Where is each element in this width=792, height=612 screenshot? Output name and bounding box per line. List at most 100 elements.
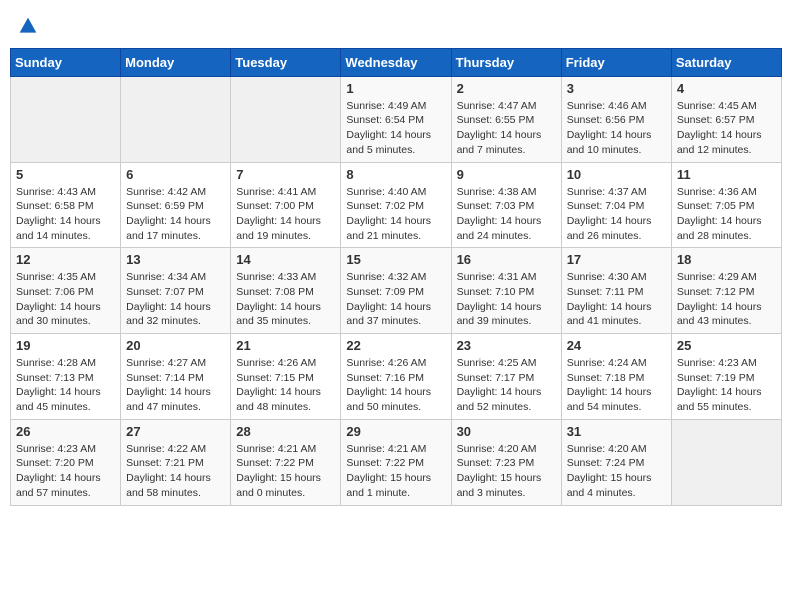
day-number: 15 [346, 252, 445, 267]
logo-text [18, 14, 38, 36]
day-number: 17 [567, 252, 666, 267]
day-number: 31 [567, 424, 666, 439]
cell-info: Sunrise: 4:40 AM Sunset: 7:02 PM Dayligh… [346, 185, 445, 244]
calendar-cell: 3 Sunrise: 4:46 AM Sunset: 6:56 PM Daylig… [561, 76, 671, 162]
cell-info: Sunrise: 4:42 AM Sunset: 6:59 PM Dayligh… [126, 185, 225, 244]
cell-info: Sunrise: 4:20 AM Sunset: 7:24 PM Dayligh… [567, 442, 666, 501]
week-row-2: 5 Sunrise: 4:43 AM Sunset: 6:58 PM Daylig… [11, 162, 782, 248]
week-row-1: 1 Sunrise: 4:49 AM Sunset: 6:54 PM Daylig… [11, 76, 782, 162]
day-number: 11 [677, 167, 776, 182]
cell-info: Sunrise: 4:46 AM Sunset: 6:56 PM Dayligh… [567, 99, 666, 158]
cell-info: Sunrise: 4:25 AM Sunset: 7:17 PM Dayligh… [457, 356, 556, 415]
calendar-cell [231, 76, 341, 162]
day-number: 5 [16, 167, 115, 182]
cell-info: Sunrise: 4:21 AM Sunset: 7:22 PM Dayligh… [346, 442, 445, 501]
calendar-cell: 28 Sunrise: 4:21 AM Sunset: 7:22 PM Dayli… [231, 419, 341, 505]
cell-info: Sunrise: 4:23 AM Sunset: 7:20 PM Dayligh… [16, 442, 115, 501]
calendar-cell: 8 Sunrise: 4:40 AM Sunset: 7:02 PM Daylig… [341, 162, 451, 248]
cell-info: Sunrise: 4:31 AM Sunset: 7:10 PM Dayligh… [457, 270, 556, 329]
day-number: 6 [126, 167, 225, 182]
day-number: 4 [677, 81, 776, 96]
day-header-tuesday: Tuesday [231, 48, 341, 76]
calendar-cell [121, 76, 231, 162]
day-number: 10 [567, 167, 666, 182]
cell-info: Sunrise: 4:21 AM Sunset: 7:22 PM Dayligh… [236, 442, 335, 501]
calendar-cell: 20 Sunrise: 4:27 AM Sunset: 7:14 PM Dayli… [121, 334, 231, 420]
calendar-cell: 4 Sunrise: 4:45 AM Sunset: 6:57 PM Daylig… [671, 76, 781, 162]
cell-info: Sunrise: 4:23 AM Sunset: 7:19 PM Dayligh… [677, 356, 776, 415]
calendar-cell: 29 Sunrise: 4:21 AM Sunset: 7:22 PM Dayli… [341, 419, 451, 505]
calendar-cell: 26 Sunrise: 4:23 AM Sunset: 7:20 PM Dayli… [11, 419, 121, 505]
day-number: 21 [236, 338, 335, 353]
calendar-cell: 22 Sunrise: 4:26 AM Sunset: 7:16 PM Dayli… [341, 334, 451, 420]
calendar-table: SundayMondayTuesdayWednesdayThursdayFrid… [10, 48, 782, 506]
cell-info: Sunrise: 4:33 AM Sunset: 7:08 PM Dayligh… [236, 270, 335, 329]
cell-info: Sunrise: 4:32 AM Sunset: 7:09 PM Dayligh… [346, 270, 445, 329]
calendar-cell: 25 Sunrise: 4:23 AM Sunset: 7:19 PM Dayli… [671, 334, 781, 420]
cell-info: Sunrise: 4:37 AM Sunset: 7:04 PM Dayligh… [567, 185, 666, 244]
cell-info: Sunrise: 4:20 AM Sunset: 7:23 PM Dayligh… [457, 442, 556, 501]
calendar-cell: 31 Sunrise: 4:20 AM Sunset: 7:24 PM Dayli… [561, 419, 671, 505]
cell-info: Sunrise: 4:38 AM Sunset: 7:03 PM Dayligh… [457, 185, 556, 244]
day-number: 20 [126, 338, 225, 353]
calendar-cell: 12 Sunrise: 4:35 AM Sunset: 7:06 PM Dayli… [11, 248, 121, 334]
calendar-cell: 5 Sunrise: 4:43 AM Sunset: 6:58 PM Daylig… [11, 162, 121, 248]
calendar-cell: 19 Sunrise: 4:28 AM Sunset: 7:13 PM Dayli… [11, 334, 121, 420]
calendar-cell: 10 Sunrise: 4:37 AM Sunset: 7:04 PM Dayli… [561, 162, 671, 248]
day-number: 25 [677, 338, 776, 353]
day-number: 29 [346, 424, 445, 439]
cell-info: Sunrise: 4:47 AM Sunset: 6:55 PM Dayligh… [457, 99, 556, 158]
calendar-cell: 13 Sunrise: 4:34 AM Sunset: 7:07 PM Dayli… [121, 248, 231, 334]
day-number: 24 [567, 338, 666, 353]
calendar-cell: 2 Sunrise: 4:47 AM Sunset: 6:55 PM Daylig… [451, 76, 561, 162]
logo [18, 14, 38, 36]
calendar-cell: 18 Sunrise: 4:29 AM Sunset: 7:12 PM Dayli… [671, 248, 781, 334]
page-header [10, 10, 782, 40]
calendar-cell: 7 Sunrise: 4:41 AM Sunset: 7:00 PM Daylig… [231, 162, 341, 248]
cell-info: Sunrise: 4:26 AM Sunset: 7:16 PM Dayligh… [346, 356, 445, 415]
day-number: 26 [16, 424, 115, 439]
calendar-cell: 17Sunrise: 4:30 AM Sunset: 7:11 PM Dayli… [561, 248, 671, 334]
day-number: 30 [457, 424, 556, 439]
week-row-4: 19 Sunrise: 4:28 AM Sunset: 7:13 PM Dayli… [11, 334, 782, 420]
day-header-wednesday: Wednesday [341, 48, 451, 76]
day-number: 7 [236, 167, 335, 182]
day-number: 13 [126, 252, 225, 267]
day-number: 12 [16, 252, 115, 267]
cell-info: Sunrise: 4:34 AM Sunset: 7:07 PM Dayligh… [126, 270, 225, 329]
day-number: 1 [346, 81, 445, 96]
cell-info: Sunrise: 4:27 AM Sunset: 7:14 PM Dayligh… [126, 356, 225, 415]
cell-info: Sunrise: 4:43 AM Sunset: 6:58 PM Dayligh… [16, 185, 115, 244]
day-number: 28 [236, 424, 335, 439]
day-number: 9 [457, 167, 556, 182]
day-header-thursday: Thursday [451, 48, 561, 76]
calendar-cell: 24 Sunrise: 4:24 AM Sunset: 7:18 PM Dayli… [561, 334, 671, 420]
calendar-cell: 27Sunrise: 4:22 AM Sunset: 7:21 PM Dayli… [121, 419, 231, 505]
cell-info: Sunrise: 4:41 AM Sunset: 7:00 PM Dayligh… [236, 185, 335, 244]
calendar-cell: 9 Sunrise: 4:38 AM Sunset: 7:03 PM Daylig… [451, 162, 561, 248]
cell-info: Sunrise: 4:24 AM Sunset: 7:18 PM Dayligh… [567, 356, 666, 415]
calendar-cell: 14 Sunrise: 4:33 AM Sunset: 7:08 PM Dayli… [231, 248, 341, 334]
day-number: 3 [567, 81, 666, 96]
day-header-saturday: Saturday [671, 48, 781, 76]
cell-info: Sunrise: 4:49 AM Sunset: 6:54 PM Dayligh… [346, 99, 445, 158]
cell-info: Sunrise: 4:29 AM Sunset: 7:12 PM Dayligh… [677, 270, 776, 329]
day-number: 2 [457, 81, 556, 96]
calendar-cell: 30 Sunrise: 4:20 AM Sunset: 7:23 PM Dayli… [451, 419, 561, 505]
day-number: 27 [126, 424, 225, 439]
day-number: 18 [677, 252, 776, 267]
cell-info: Sunrise: 4:28 AM Sunset: 7:13 PM Dayligh… [16, 356, 115, 415]
cell-info: Sunrise: 4:35 AM Sunset: 7:06 PM Dayligh… [16, 270, 115, 329]
calendar-cell: 16Sunrise: 4:31 AM Sunset: 7:10 PM Dayli… [451, 248, 561, 334]
cell-info: Sunrise: 4:26 AM Sunset: 7:15 PM Dayligh… [236, 356, 335, 415]
week-row-5: 26 Sunrise: 4:23 AM Sunset: 7:20 PM Dayli… [11, 419, 782, 505]
day-number: 23 [457, 338, 556, 353]
day-number: 22 [346, 338, 445, 353]
day-header-friday: Friday [561, 48, 671, 76]
cell-info: Sunrise: 4:45 AM Sunset: 6:57 PM Dayligh… [677, 99, 776, 158]
calendar-cell [11, 76, 121, 162]
day-number: 14 [236, 252, 335, 267]
day-number: 8 [346, 167, 445, 182]
day-number: 19 [16, 338, 115, 353]
header-row: SundayMondayTuesdayWednesdayThursdayFrid… [11, 48, 782, 76]
